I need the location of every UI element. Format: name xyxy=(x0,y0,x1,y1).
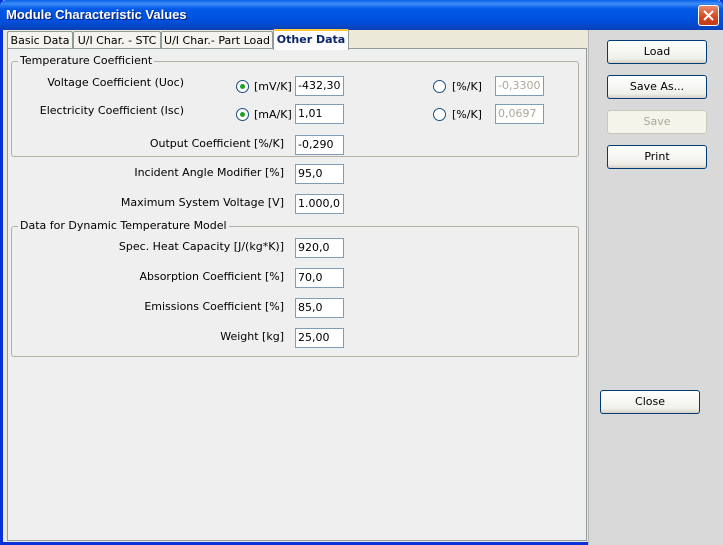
voltage-mvk-radio[interactable] xyxy=(236,80,249,93)
window-title: Module Characteristic Values xyxy=(6,7,187,22)
temperature-coefficient-group: Temperature Coefficient Voltage Coeffici… xyxy=(11,54,579,157)
tab-basic-data[interactable]: Basic Data xyxy=(7,31,73,49)
heat-capacity-input[interactable]: 920,0 xyxy=(295,238,344,258)
load-button[interactable]: Load xyxy=(607,40,707,64)
dynamic-temperature-title: Data for Dynamic Temperature Model xyxy=(18,219,229,232)
close-icon xyxy=(703,10,714,21)
print-button[interactable]: Print xyxy=(607,145,707,169)
incident-angle-input[interactable]: 95,0 xyxy=(295,164,344,184)
current-mak-radio[interactable] xyxy=(236,108,249,121)
action-sidebar: Load Save As... Save Print Close xyxy=(588,30,723,545)
other-data-panel: Temperature Coefficient Voltage Coeffici… xyxy=(7,48,587,541)
voltage-mvk-input[interactable]: -432,30 xyxy=(295,76,344,96)
voltage-mvk-unit: [mV/K] xyxy=(254,80,292,93)
title-bar: Module Characteristic Values xyxy=(0,0,723,30)
voltage-coefficient-label: Voltage Coefficient (Uoc) xyxy=(47,76,184,89)
current-pctk-radio[interactable] xyxy=(433,108,446,121)
voltage-pctk-input[interactable]: -0,3300 xyxy=(495,76,544,96)
save-button[interactable]: Save xyxy=(607,110,707,134)
tab-ui-char-part-load[interactable]: U/I Char.- Part Load xyxy=(161,31,273,49)
save-as-button[interactable]: Save As... xyxy=(607,75,707,99)
incident-angle-label: Incident Angle Modifier [%] xyxy=(134,166,284,179)
voltage-pctk-radio[interactable] xyxy=(433,80,446,93)
weight-input[interactable]: 25,00 xyxy=(295,328,344,348)
absorption-coefficient-input[interactable]: 70,0 xyxy=(295,268,344,288)
tab-ui-char-stc[interactable]: U/I Char. - STC xyxy=(73,31,161,49)
electricity-coefficient-label: Electricity Coefficient (Isc) xyxy=(39,104,184,117)
temperature-coefficient-title: Temperature Coefficient xyxy=(18,54,155,67)
output-coefficient-label: Output Coefficient [%/K] xyxy=(149,137,284,150)
module-characteristic-window: Module Characteristic Values Basic Data … xyxy=(0,0,723,545)
voltage-pctk-unit: [%/K] xyxy=(452,80,482,93)
current-pctk-input[interactable]: 0,0697 xyxy=(495,104,544,124)
current-mak-unit: [mA/K] xyxy=(254,108,292,121)
heat-capacity-label: Spec. Heat Capacity [J/(kg*K)] xyxy=(118,240,284,253)
max-system-voltage-label: Maximum System Voltage [V] xyxy=(120,196,284,209)
current-mak-input[interactable]: 1,01 xyxy=(295,104,344,124)
max-system-voltage-input[interactable]: 1.000,0 xyxy=(295,194,344,214)
close-button[interactable]: Close xyxy=(600,390,700,414)
current-pctk-unit: [%/K] xyxy=(452,108,482,121)
weight-label: Weight [kg] xyxy=(220,330,284,343)
close-window-button[interactable] xyxy=(698,5,719,26)
tab-other-data[interactable]: Other Data xyxy=(273,29,349,50)
output-coefficient-input[interactable]: -0,290 xyxy=(295,135,344,155)
emissions-coefficient-label: Emissions Coefficient [%] xyxy=(144,300,284,313)
absorption-coefficient-label: Absorption Coefficient [%] xyxy=(139,270,284,283)
dynamic-temperature-group: Data for Dynamic Temperature Model Spec.… xyxy=(11,219,579,357)
emissions-coefficient-input[interactable]: 85,0 xyxy=(295,298,344,318)
